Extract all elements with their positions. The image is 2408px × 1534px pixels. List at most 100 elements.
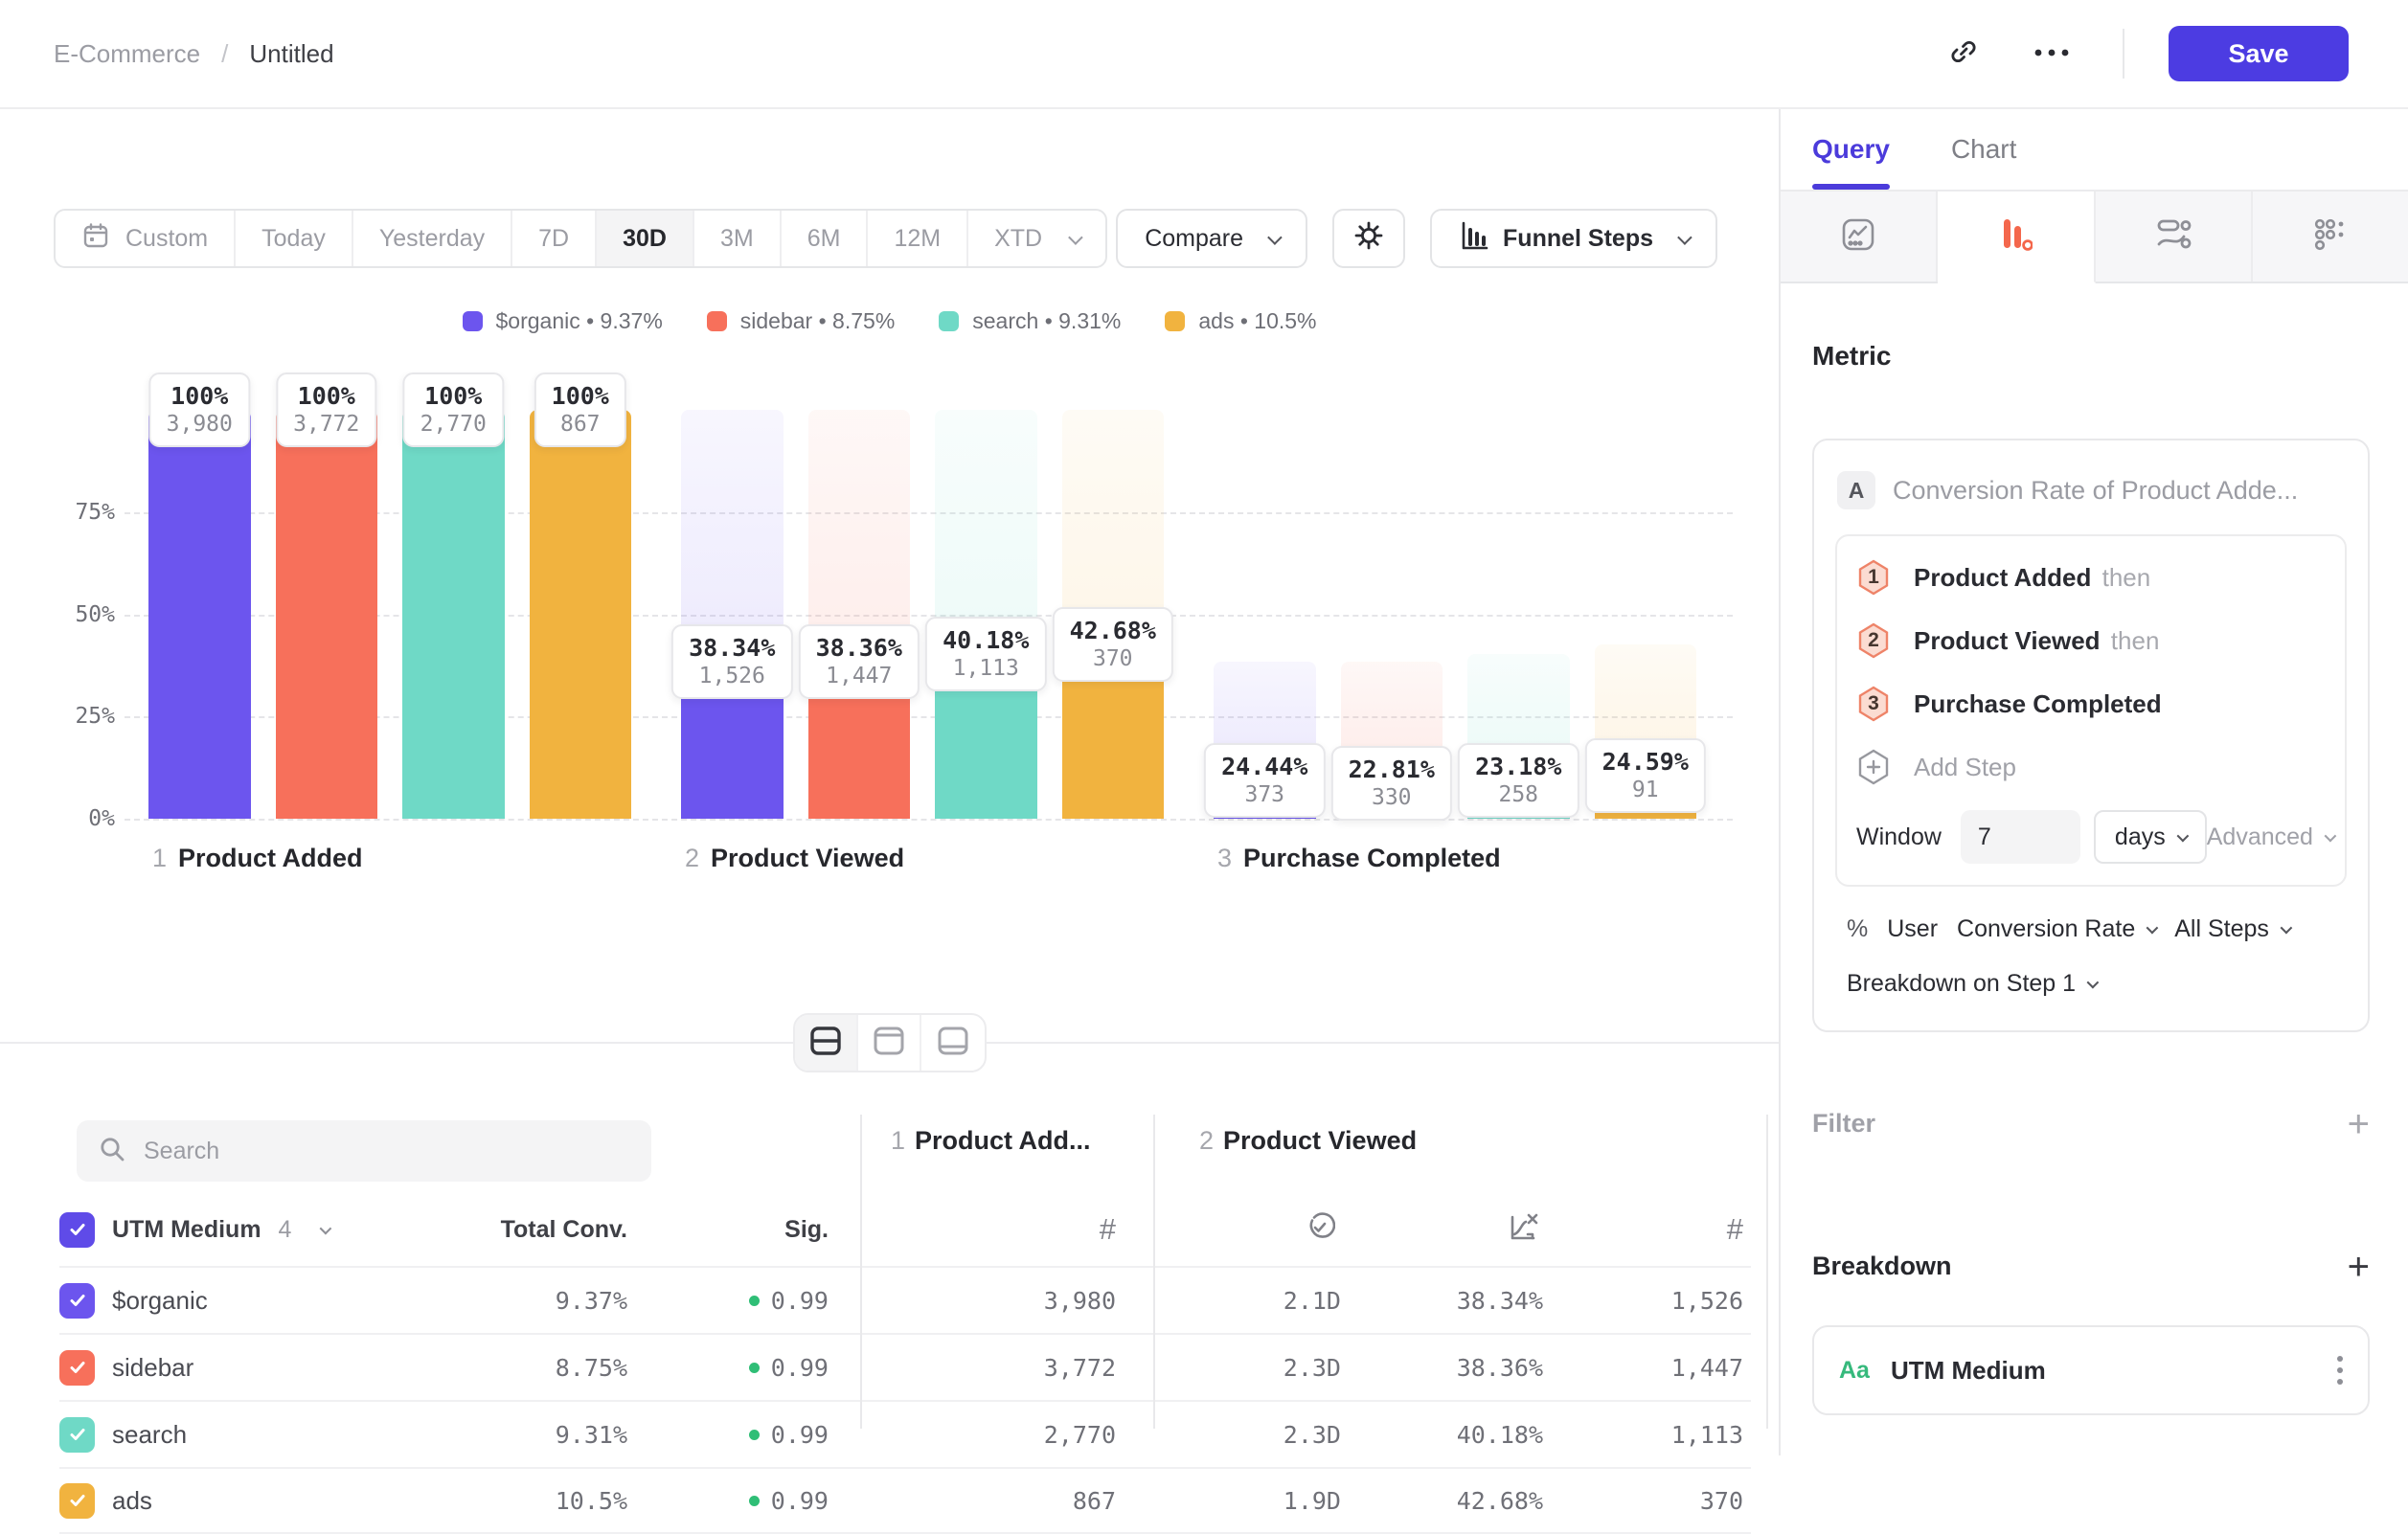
legend-item-organic[interactable]: $organic • 9.37% xyxy=(463,308,663,334)
legend-item-search[interactable]: search • 9.31% xyxy=(939,308,1121,334)
range-7d[interactable]: 7D xyxy=(512,211,597,266)
search-input[interactable] xyxy=(144,1138,630,1165)
query-step-2[interactable]: 2Product Viewed then xyxy=(1856,609,2326,672)
table-row-search[interactable]: search9.31%0.992,7702.3D40.18%1,113 xyxy=(59,1400,1751,1467)
legend-item-sidebar[interactable]: sidebar • 8.75% xyxy=(707,308,895,334)
avg-time-value: 2.3D xyxy=(1153,1354,1341,1382)
row-checkbox[interactable] xyxy=(59,1350,95,1386)
funnel-bar-sidebar-step2[interactable]: 38.36%1,447 xyxy=(808,410,911,819)
conversion-column-icon[interactable] xyxy=(1341,1211,1543,1249)
compare-button[interactable]: Compare xyxy=(1116,209,1307,268)
funnel-bar-sidebar-step1[interactable]: 100%3,772 xyxy=(276,410,378,819)
tab-retention-chart[interactable] xyxy=(2096,192,2253,282)
funnel-bar-ads-step2[interactable]: 42.68%370 xyxy=(1062,410,1165,819)
significance-dot xyxy=(749,1496,760,1506)
row-checkbox[interactable] xyxy=(59,1417,95,1453)
chevron-down-icon xyxy=(320,1222,332,1234)
kebab-menu-icon[interactable] xyxy=(2337,1356,2343,1385)
query-step-1[interactable]: 1Product Added then xyxy=(1856,546,2326,609)
measure-scope-select[interactable]: All Steps xyxy=(2174,915,2289,943)
breadcrumb-parent[interactable]: E-Commerce xyxy=(54,39,200,69)
row-checkbox[interactable] xyxy=(59,1283,95,1319)
measure-entity[interactable]: User xyxy=(1887,915,1938,943)
layout-split-horizontal-button[interactable] xyxy=(795,1015,858,1071)
step1-count: 3,772 xyxy=(829,1354,1116,1382)
advanced-toggle[interactable]: Advanced xyxy=(2207,823,2333,851)
tab-query[interactable]: Query xyxy=(1812,109,1890,190)
chart-type-button[interactable]: Funnel Steps xyxy=(1430,209,1717,268)
count-column-icon-1[interactable]: # xyxy=(829,1212,1116,1247)
range-today[interactable]: Today xyxy=(236,211,353,266)
breakdown-on-select[interactable]: Breakdown on Step 1 xyxy=(1835,943,2347,1021)
tab-funnel-chart[interactable] xyxy=(1938,192,2095,283)
range-xtd[interactable]: XTD xyxy=(968,211,1105,266)
count-column-icon-2[interactable]: # xyxy=(1543,1212,1751,1247)
window-unit-select[interactable]: days xyxy=(2094,810,2207,864)
funnel-bar-search-step3[interactable]: 23.18%258 xyxy=(1467,410,1570,819)
step2-count: 1,447 xyxy=(1543,1354,1751,1382)
table-search[interactable] xyxy=(77,1120,651,1182)
layout-top-panel-button[interactable] xyxy=(858,1015,921,1071)
total-conv-header[interactable]: Total Conv. xyxy=(400,1216,627,1244)
layout-bottom-panel-button[interactable] xyxy=(921,1015,985,1071)
save-button[interactable]: Save xyxy=(2169,26,2349,81)
select-all-checkbox[interactable] xyxy=(59,1212,95,1248)
chart-type-label: Funnel Steps xyxy=(1503,225,1653,253)
metric-card: A Conversion Rate of Product Adde... 1Pr… xyxy=(1812,439,2370,1032)
range-yesterday[interactable]: Yesterday xyxy=(353,211,512,266)
significance-dot xyxy=(749,1296,760,1306)
funnel-bar-organic-step2[interactable]: 38.34%1,526 xyxy=(681,410,784,819)
add-filter-button[interactable]: + xyxy=(2348,1110,2370,1139)
range-12m[interactable]: 12M xyxy=(868,211,968,266)
tab-chart[interactable]: Chart xyxy=(1951,109,2016,190)
funnel-bar-search-step2[interactable]: 40.18%1,113 xyxy=(935,410,1037,819)
add-breakdown-button[interactable]: + xyxy=(2348,1252,2370,1281)
measure-metric-select[interactable]: Conversion Rate xyxy=(1957,915,2155,943)
table-step2-header: 2Product Viewed xyxy=(1199,1126,1417,1156)
range-custom[interactable]: Custom xyxy=(56,211,236,266)
table-row-sidebar[interactable]: sidebar8.75%0.993,7722.3D38.36%1,447 xyxy=(59,1333,1751,1400)
table-row-ads[interactable]: ads10.5%0.998671.9D42.68%370 xyxy=(59,1467,1751,1534)
range-30d[interactable]: 30D xyxy=(597,211,694,266)
hash-icon: # xyxy=(1100,1212,1116,1247)
breakdown-column-header[interactable]: UTM Medium 4 xyxy=(59,1212,400,1248)
row-checkbox[interactable] xyxy=(59,1483,95,1519)
add-step-button[interactable]: Add Step xyxy=(1856,735,2326,799)
breakdown-item[interactable]: Aa UTM Medium xyxy=(1812,1325,2370,1415)
funnel-bar-solid xyxy=(148,410,251,819)
range-3m[interactable]: 3M xyxy=(694,211,782,266)
metric-title-row[interactable]: A Conversion Rate of Product Adde... xyxy=(1835,463,2347,534)
legend-item-ads[interactable]: ads • 10.5% xyxy=(1165,308,1316,334)
table-row-organic[interactable]: $organic9.37%0.993,9802.1D38.34%1,526 xyxy=(59,1266,1751,1333)
window-value-input[interactable] xyxy=(1961,810,2080,864)
query-step-3[interactable]: 3Purchase Completed xyxy=(1856,672,2326,735)
share-link-button[interactable] xyxy=(1937,27,1990,80)
more-options-button[interactable] xyxy=(2025,27,2079,80)
gridline-0 xyxy=(125,819,1733,821)
step-event-name: Purchase Completed xyxy=(1914,689,2162,718)
x-axis-step-label-3: 3Purchase Completed xyxy=(1217,844,1501,873)
step2-count: 370 xyxy=(1543,1487,1751,1515)
funnel-bar-ads-step3[interactable]: 24.59%91 xyxy=(1595,410,1697,819)
chart-type-tabs xyxy=(1781,190,2408,283)
clock-check-icon xyxy=(1305,1212,1335,1248)
breadcrumb-current[interactable]: Untitled xyxy=(249,39,333,69)
tab-matrix-chart[interactable] xyxy=(2253,192,2408,282)
step2-conv-value: 38.34% xyxy=(1341,1287,1543,1315)
chevron-down-icon xyxy=(1677,230,1692,245)
step-number-hexagon: 1 xyxy=(1856,558,1891,597)
funnel-bar-ads-step1[interactable]: 100%867 xyxy=(530,410,632,819)
sig-header[interactable]: Sig. xyxy=(627,1216,829,1244)
tab-line-chart[interactable] xyxy=(1781,192,1938,282)
avg-time-column-icon[interactable] xyxy=(1153,1212,1341,1248)
chevron-down-icon xyxy=(1068,230,1083,245)
x-axis-step-label-1: 1Product Added xyxy=(152,844,363,873)
chevron-down-icon xyxy=(2324,829,2336,842)
funnel-bar-organic-step3[interactable]: 24.44%373 xyxy=(1214,410,1316,819)
range-6m[interactable]: 6M xyxy=(782,211,869,266)
chart-settings-button[interactable] xyxy=(1332,209,1405,268)
funnel-bar-organic-step1[interactable]: 100%3,980 xyxy=(148,410,251,819)
funnel-bar-search-step1[interactable]: 100%2,770 xyxy=(402,410,505,819)
breadcrumb: E-Commerce / Untitled xyxy=(54,39,334,69)
funnel-bar-sidebar-step3[interactable]: 22.81%330 xyxy=(1341,410,1443,819)
